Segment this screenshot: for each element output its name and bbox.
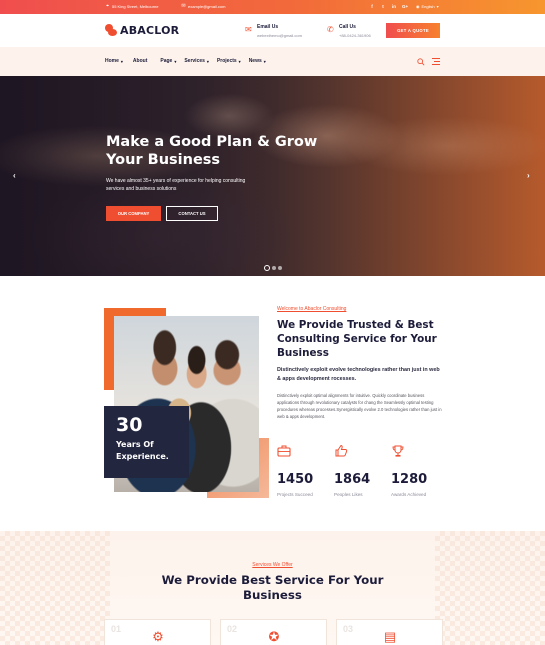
nav-item-page[interactable]: Page ▾ [160,58,176,64]
nav-item-services[interactable]: Services ▾ [184,58,209,64]
stat-likes: 1864 Peoples Likes [334,444,391,497]
hero-text: We have almost 35+ years of experience f… [106,178,246,192]
logo-mark-icon [104,23,118,37]
email-value[interactable]: webexthemo@gmail.com [257,33,302,38]
stat-value: 1450 [277,472,314,487]
services-section: Services We Offer We Provide Best Servic… [0,531,545,645]
logo-text: ABACLOR [120,23,180,37]
stat-label: Awards Achieved [391,492,427,497]
get-quote-button[interactable]: GET A QUOTE [386,23,440,38]
our-company-button[interactable]: OUR COMPANY [106,206,161,221]
stat-value: 1864 [334,472,371,487]
analytics-icon: ⚙ [152,629,164,644]
about-image-block: 30 Years Of Experience. [104,308,269,498]
chevron-down-icon: ▾ [436,4,439,9]
stat-label: Peoples Likes [334,492,363,497]
nav-item-label: Projects [216,58,237,64]
mail-icon: ✉ [181,3,186,9]
stat-awards: 1280 Awards Achieved [391,444,448,497]
stat-value: 1280 [391,472,428,487]
hero-overlay [0,76,545,276]
slider-dot[interactable] [264,265,270,271]
stats-row: 1450 Projects Succeed 1864 Peoples Likes… [277,444,448,497]
about-title: We Provide Trusted & Best Consulting Ser… [277,319,437,359]
nav-item-label: Page [160,58,173,64]
chart-icon: ▤ [383,629,397,644]
nav-item-projects[interactable]: Projects ▾ [217,58,241,64]
address-item: ⌖ 55 King Street, Melbourne [105,3,159,10]
slider-dots [264,265,282,271]
search-icon[interactable] [417,58,425,66]
experience-label: Years Of Experience. [116,440,169,461]
chevron-down-icon: ▾ [206,58,209,64]
chevron-down-icon: ▾ [174,58,177,64]
service-number: 03 [343,624,354,634]
address-text: 55 King Street, Melbourne [112,4,159,9]
services-title: We Provide Best Service For Your Busines… [0,573,545,603]
about-tag: Welcome to Abaclor Consulting [277,306,347,312]
hamburger-menu-icon[interactable] [432,58,440,65]
twitter-icon[interactable]: t [380,3,386,10]
nav-item-label: Services [184,58,205,64]
nav-item-label: About [132,58,148,64]
about-body: Distinctively exploit optimal alignments… [277,393,442,419]
services-tag: Services We Offer [252,562,293,568]
social-links: f t in G+ [369,3,408,10]
service-card[interactable]: 01 ⚙ [104,619,211,645]
thumbs-up-icon [335,444,348,457]
service-cards: 01 ⚙ 02 ✪ 03 ▤ [104,619,443,645]
service-card[interactable]: 03 ▤ [336,619,443,645]
email-contact: ✉ Email Us webexthemo@gmail.com [245,22,302,38]
slider-dot[interactable] [272,266,276,270]
email-item[interactable]: ✉ example@gmail.com [181,3,225,10]
map-pin-icon: ⌖ [106,3,109,9]
email-text[interactable]: example@gmail.com [188,4,225,9]
email-title: Email Us [257,24,279,30]
hero-title: Make a Good Plan & Grow Your Business [106,134,318,168]
contact-us-button[interactable]: CONTACT US [166,206,218,221]
site-header: ABACLOR ✉ Email Us webexthemo@gmail.com … [0,14,545,47]
slider-prev-arrow-icon[interactable]: ‹ [13,171,16,180]
stat-projects: 1450 Projects Succeed [277,444,334,497]
nav-item-label: News [248,58,262,64]
top-bar: ⌖ 55 King Street, Melbourne ✉ example@gm… [0,0,545,14]
gear-people-icon: ✪ [268,629,280,644]
language-label: English [421,4,435,9]
service-number: 02 [227,624,238,634]
facebook-icon[interactable]: f [369,3,375,10]
nav-item-news[interactable]: News ▾ [249,58,266,64]
main-nav: Home ▾ About Page ▾ Services ▾ Projects ▾ Ne… [0,47,545,76]
services-title-text: We Provide Best Service For Your Busines… [161,573,384,602]
service-number: 01 [111,624,122,634]
language-selector[interactable]: ◉ English ▾ [416,3,439,10]
linkedin-icon[interactable]: in [391,3,397,10]
chevron-down-icon: ▾ [120,58,123,64]
briefcase-icon [277,445,291,457]
call-contact: ✆ Call Us +88-0424-361906 [327,22,371,38]
google-plus-icon[interactable]: G+ [402,3,408,10]
nav-item-label: Home [105,58,119,64]
globe-icon: ◉ [416,4,420,9]
call-value[interactable]: +88-0424-361906 [339,33,371,38]
slider-dot[interactable] [278,266,282,270]
hero-slider: Make a Good Plan & Grow Your Business We… [0,76,545,276]
chevron-down-icon: ▾ [263,58,266,64]
trophy-icon [392,445,404,457]
call-title: Call Us [339,24,356,30]
experience-badge: 30 Years Of Experience. [104,406,189,478]
stat-label: Projects Succeed [277,492,313,497]
envelope-icon: ✉ [245,25,252,34]
logo[interactable]: ABACLOR [104,23,179,37]
experience-number: 30 [116,414,143,436]
phone-icon: ✆ [327,25,334,34]
nav-item-home[interactable]: Home ▾ [105,58,123,64]
about-lead: Distinctively exploit evolve technologie… [277,367,440,382]
nav-items: Home ▾ About Page ▾ Services ▾ Projects ▾ Ne… [105,58,266,64]
slider-next-arrow-icon[interactable]: › [527,171,530,180]
service-card[interactable]: 02 ✪ [220,619,327,645]
nav-item-about[interactable]: About [133,58,147,64]
chevron-down-icon: ▾ [238,58,241,64]
